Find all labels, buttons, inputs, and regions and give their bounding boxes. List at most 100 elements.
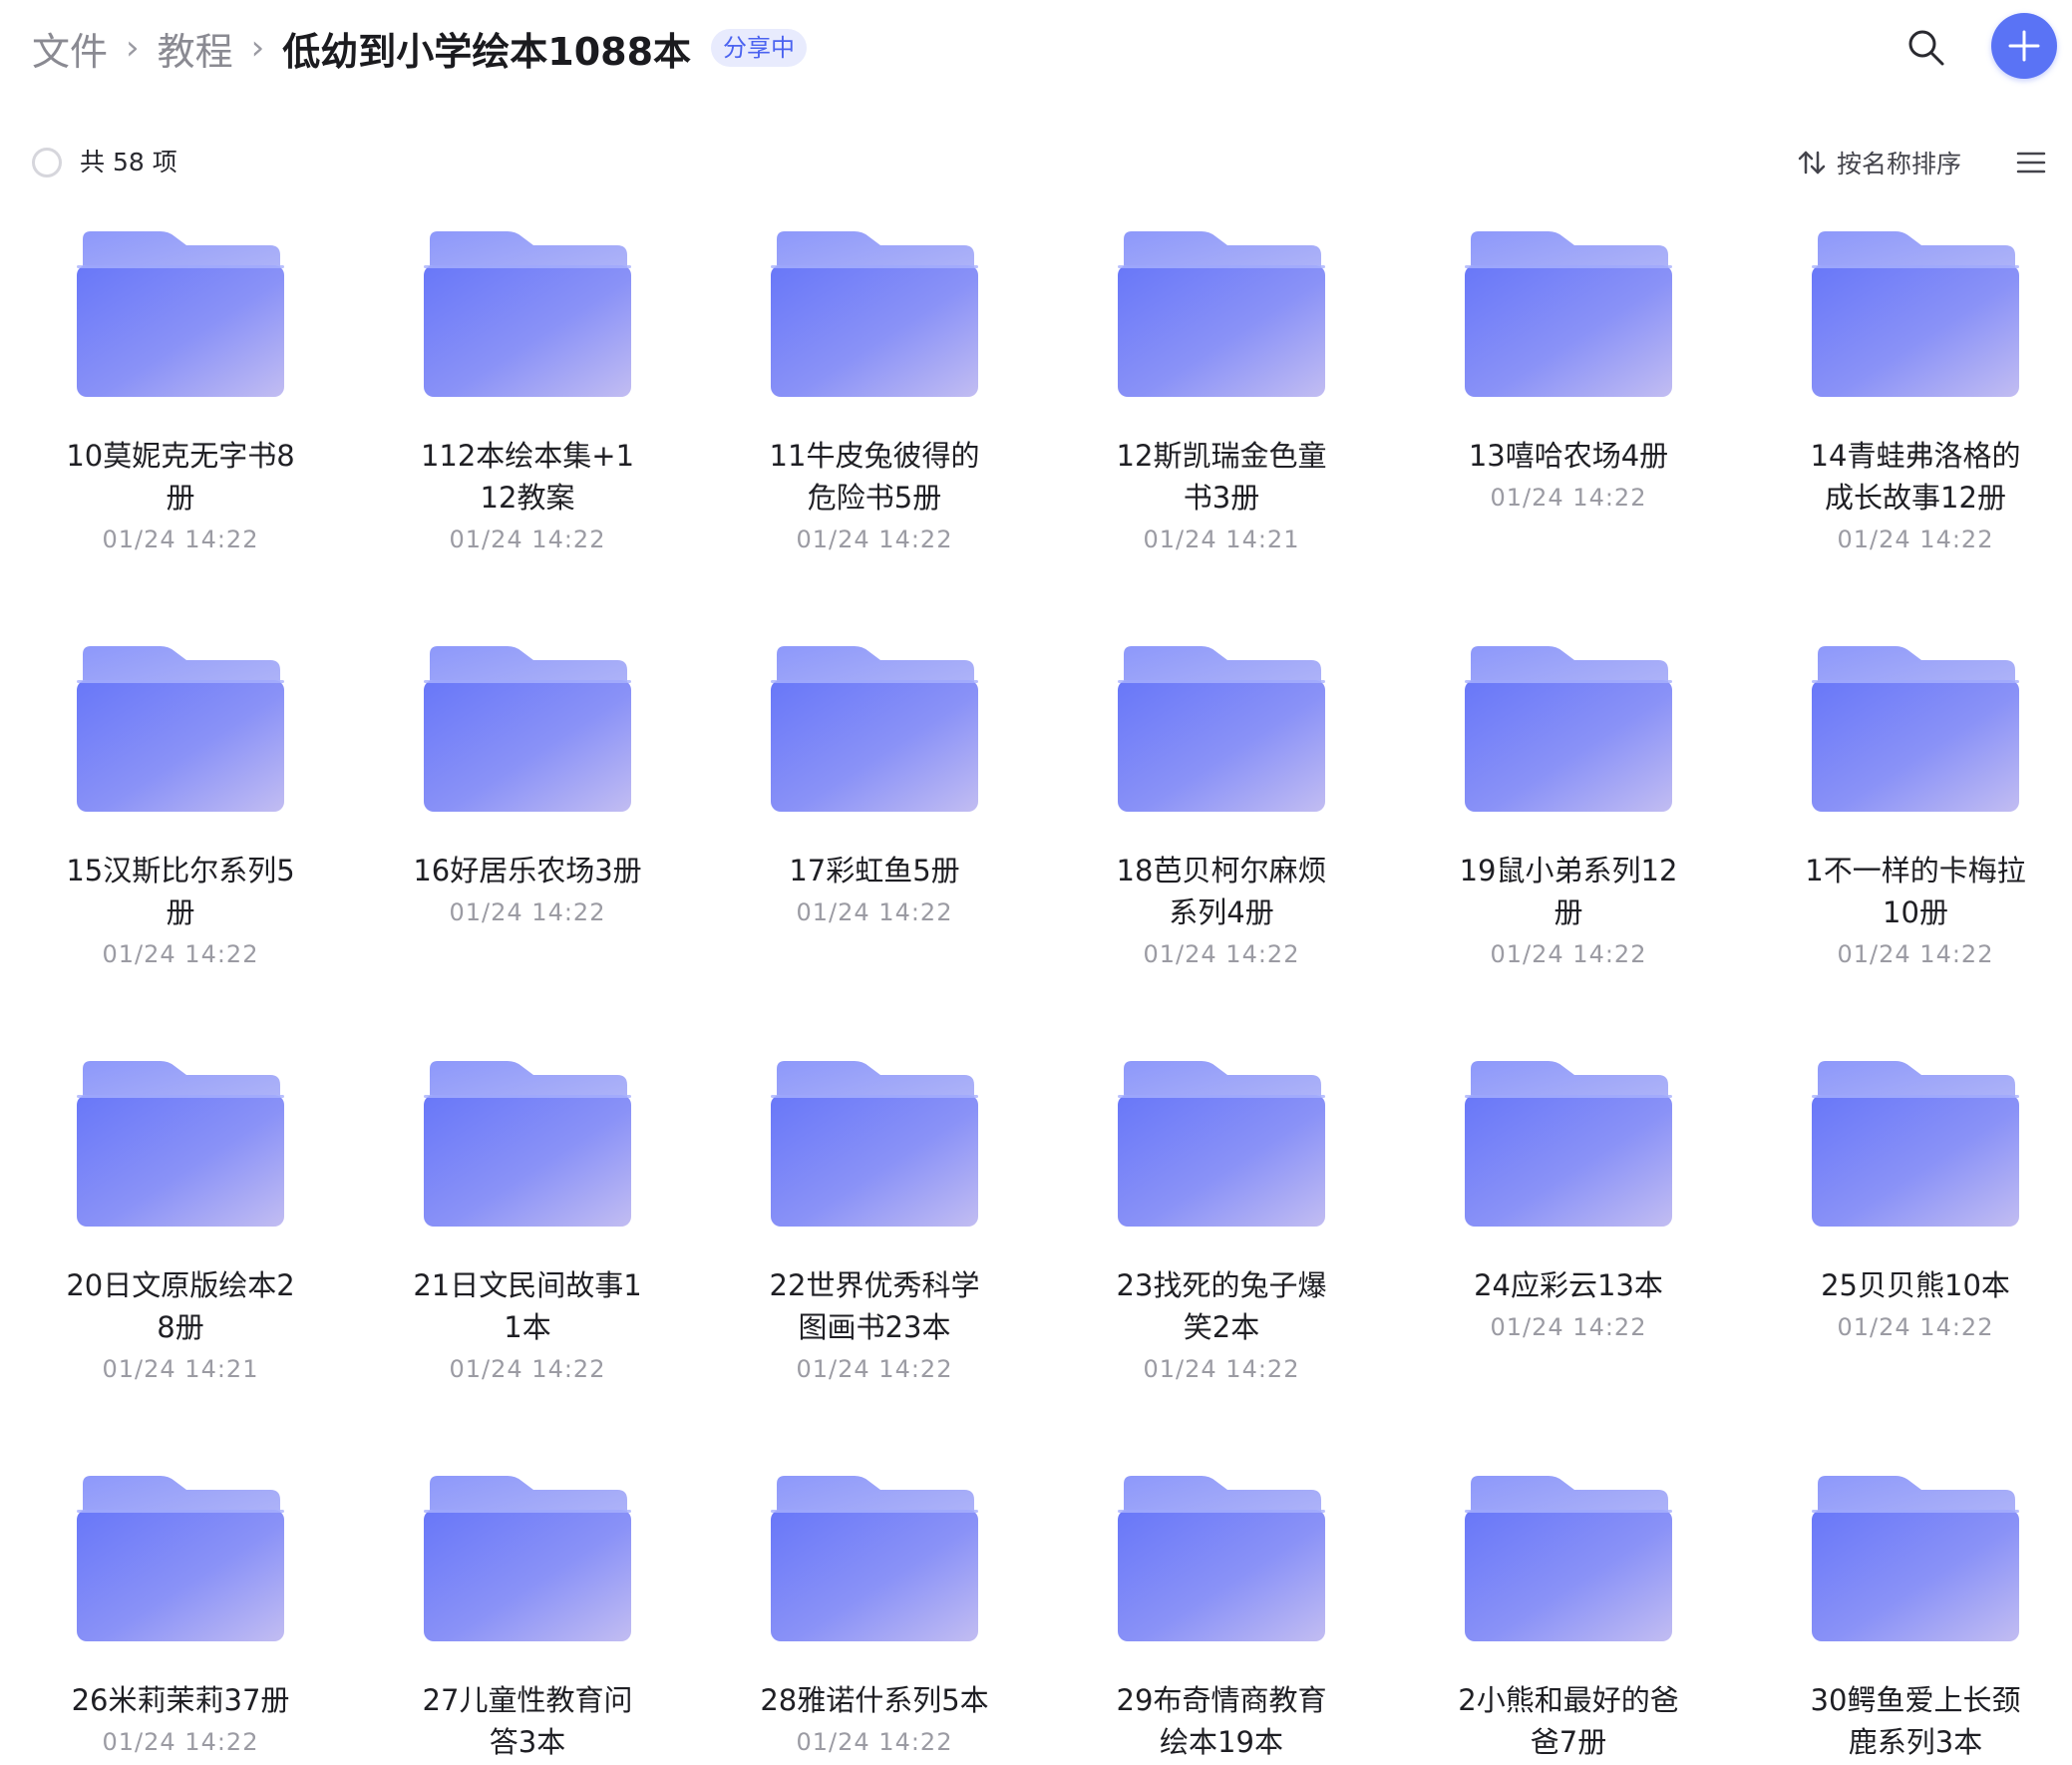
folder-item[interactable]: 12斯凯瑞金色童书3册 01/24 14:21: [1072, 229, 1371, 560]
folder-name: 13嘻哈农场4册: [1468, 439, 1669, 473]
folder-icon: [77, 646, 284, 812]
folder-name: 19鼠小弟系列12册: [1459, 854, 1678, 929]
folder-item[interactable]: 21日文民间故事11本 01/24 14:22: [378, 1059, 677, 1390]
sort-button[interactable]: 按名称排序: [1797, 146, 1961, 179]
folder-name: 20日文原版绘本28册: [66, 1268, 295, 1344]
folder-modified-date: 01/24 14:22: [1837, 940, 1994, 968]
folder-item[interactable]: 16好居乐农场3册 01/24 14:22: [378, 644, 677, 933]
folder-icon: [771, 231, 978, 397]
folder-item[interactable]: 26米莉茉莉37册 01/24 14:22: [31, 1474, 330, 1763]
folder-modified-date: 01/24 14:22: [796, 898, 953, 926]
folder-item[interactable]: 13嘻哈农场4册 01/24 14:22: [1419, 229, 1718, 519]
folder-name: 14青蛙弗洛格的成长故事12册: [1810, 439, 2021, 515]
breadcrumb-root[interactable]: 文件: [32, 21, 108, 76]
breadcrumb-parent[interactable]: 教程: [158, 21, 233, 76]
folder-item[interactable]: 24应彩云13本 01/24 14:22: [1419, 1059, 1718, 1348]
item-count: 共 58 项: [80, 148, 177, 176]
folder-modified-date: 01/24 14:22: [102, 1728, 259, 1756]
folder-icon: [771, 646, 978, 812]
folder-item[interactable]: 30鳄鱼爱上长颈鹿系列3本: [1766, 1474, 2065, 1763]
folder-icon: [1118, 1476, 1325, 1641]
folder-name: 12斯凯瑞金色童书3册: [1116, 439, 1327, 515]
breadcrumb-separator: ›: [126, 28, 140, 68]
folder-icon: [1812, 1476, 2019, 1641]
folder-icon: [424, 231, 631, 397]
folder-modified-date: 01/24 14:22: [449, 1355, 606, 1383]
folder-item[interactable]: 23找死的兔子爆笑2本 01/24 14:22: [1072, 1059, 1371, 1390]
folder-modified-date: 01/24 14:22: [796, 526, 953, 553]
search-icon: [1908, 30, 1944, 66]
folder-item[interactable]: 1不一样的卡梅拉10册 01/24 14:22: [1766, 644, 2065, 975]
folder-item[interactable]: 2小熊和最好的爸爸7册: [1419, 1474, 1718, 1763]
folder-icon: [771, 1061, 978, 1227]
plus-icon: [2008, 30, 2040, 62]
folder-name: 27儿童性教育问答3本: [422, 1683, 633, 1759]
folder-modified-date: 01/24 14:22: [796, 1728, 953, 1756]
folder-item[interactable]: 20日文原版绘本28册 01/24 14:21: [31, 1059, 330, 1390]
folder-item[interactable]: 14青蛙弗洛格的成长故事12册 01/24 14:22: [1766, 229, 2065, 560]
folder-name: 29布奇情商教育绘本19本: [1116, 1683, 1327, 1759]
folder-icon: [424, 1476, 631, 1641]
folder-modified-date: 01/24 14:22: [102, 526, 259, 553]
folder-item[interactable]: 19鼠小弟系列12册 01/24 14:22: [1419, 644, 1718, 975]
folder-icon: [1812, 1061, 2019, 1227]
folder-name: 1不一样的卡梅拉10册: [1805, 854, 2026, 929]
list-view-icon: [2016, 152, 2046, 174]
folder-item[interactable]: 29布奇情商教育绘本19本: [1072, 1474, 1371, 1763]
folder-icon: [424, 646, 631, 812]
folder-modified-date: 01/24 14:22: [449, 898, 606, 926]
breadcrumb: 文件 › 教程 › 低幼到小学绘本1088本 分享中: [32, 21, 808, 76]
folder-name: 23找死的兔子爆笑2本: [1116, 1268, 1327, 1344]
folder-name: 26米莉茉莉37册: [71, 1683, 290, 1717]
add-button[interactable]: [1991, 13, 2057, 79]
folder-icon: [1118, 231, 1325, 397]
folder-modified-date: 01/24 14:22: [1143, 1355, 1300, 1383]
list-toolbar: 共 58 项 按名称排序: [0, 138, 2072, 191]
select-all-checkbox[interactable]: [32, 148, 62, 177]
folder-name: 22世界优秀科学图画书23本: [769, 1268, 980, 1344]
folder-icon: [1118, 646, 1325, 812]
folder-name: 21日文民间故事11本: [413, 1268, 642, 1344]
folder-name: 16好居乐农场3册: [413, 854, 642, 887]
folder-modified-date: 01/24 14:22: [1490, 1313, 1647, 1341]
folder-item[interactable]: 15汉斯比尔系列5册 01/24 14:22: [31, 644, 330, 975]
folder-modified-date: 01/24 14:22: [102, 940, 259, 968]
folder-icon: [1465, 231, 1672, 397]
folder-icon: [1465, 1476, 1672, 1641]
folder-item[interactable]: 18芭贝柯尔麻烦系列4册 01/24 14:22: [1072, 644, 1371, 975]
breadcrumb-separator: ›: [250, 28, 265, 68]
folder-name: 15汉斯比尔系列5册: [66, 854, 295, 929]
folder-name: 25贝贝熊10本: [1821, 1268, 2010, 1302]
folder-item[interactable]: 112本绘本集+112教案 01/24 14:22: [378, 229, 677, 560]
folder-name: 24应彩云13本: [1474, 1268, 1663, 1302]
page-title: 低幼到小学绘本1088本: [282, 29, 692, 74]
folder-name: 28雅诺什系列5本: [760, 1683, 989, 1717]
folder-item[interactable]: 28雅诺什系列5本 01/24 14:22: [725, 1474, 1024, 1763]
folder-icon: [77, 1061, 284, 1227]
sharing-status-badge: 分享中: [711, 29, 808, 67]
folder-item[interactable]: 10莫妮克无字书8册 01/24 14:22: [31, 229, 330, 560]
folder-item[interactable]: 22世界优秀科学图画书23本 01/24 14:22: [725, 1059, 1024, 1390]
folder-name: 30鳄鱼爱上长颈鹿系列3本: [1810, 1683, 2021, 1759]
search-button[interactable]: [1900, 22, 1952, 74]
folder-item[interactable]: 11牛皮兔彼得的危险书5册 01/24 14:22: [725, 229, 1024, 560]
folder-item[interactable]: 27儿童性教育问答3本: [378, 1474, 677, 1763]
folder-modified-date: 01/24 14:21: [102, 1355, 259, 1383]
folder-name: 11牛皮兔彼得的危险书5册: [769, 439, 980, 515]
header-bar: 文件 › 教程 › 低幼到小学绘本1088本 分享中: [0, 0, 2072, 100]
folder-modified-date: 01/24 14:22: [1490, 940, 1647, 968]
folder-icon: [1465, 1061, 1672, 1227]
folder-icon: [1118, 1061, 1325, 1227]
folder-icon: [1812, 646, 2019, 812]
folder-name: 10莫妮克无字书8册: [66, 439, 295, 515]
folder-modified-date: 01/24 14:22: [1490, 484, 1647, 512]
folder-icon: [77, 231, 284, 397]
folder-name: 17彩虹鱼5册: [789, 854, 960, 887]
folder-modified-date: 01/24 14:22: [796, 1355, 953, 1383]
folder-name: 112本绘本集+112教案: [420, 439, 635, 515]
folder-item[interactable]: 17彩虹鱼5册 01/24 14:22: [725, 644, 1024, 933]
folder-icon: [1465, 646, 1672, 812]
sort-arrows-icon: [1798, 151, 1826, 175]
list-view-button[interactable]: [2014, 148, 2048, 177]
folder-item[interactable]: 25贝贝熊10本 01/24 14:22: [1766, 1059, 2065, 1348]
